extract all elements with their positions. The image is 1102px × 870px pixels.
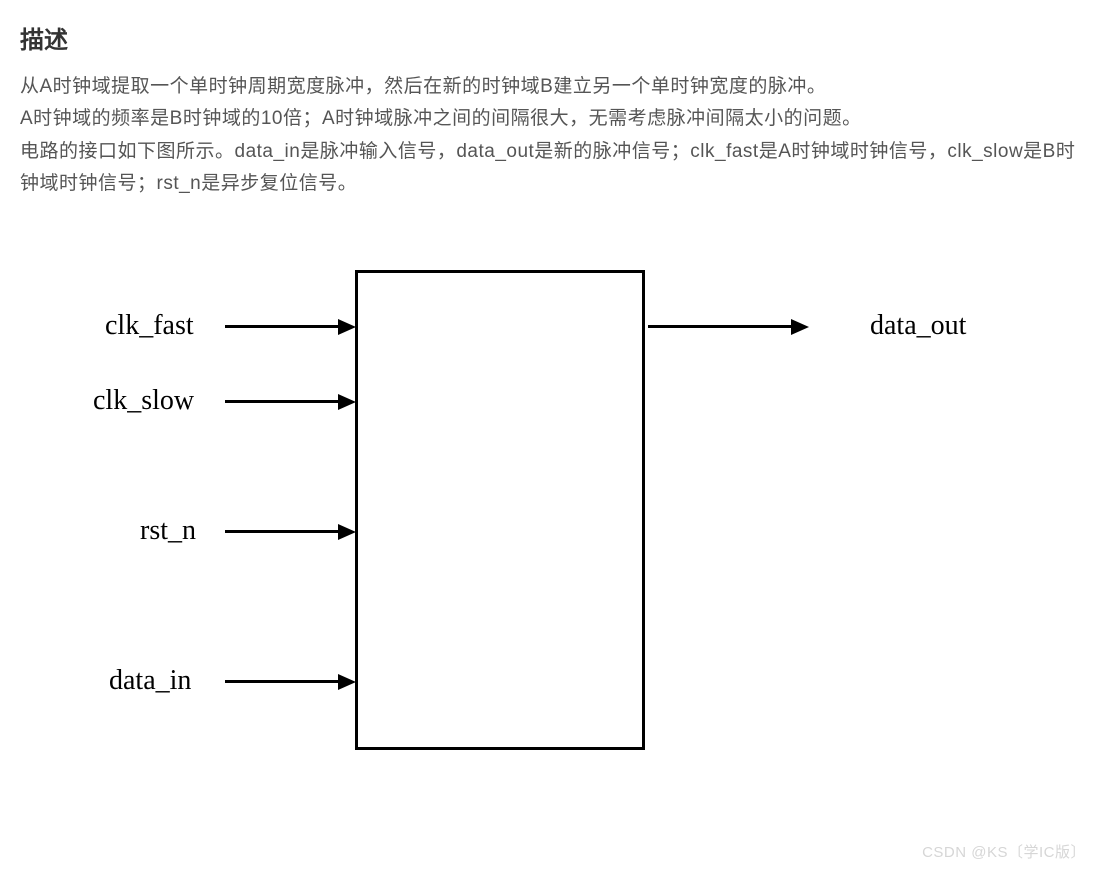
arrow-data-in-line [225, 680, 340, 683]
arrow-data-out-head [791, 319, 809, 335]
label-data-out: data_out [870, 310, 966, 342]
watermark: CSDN @KS〔学IC版〕 [922, 841, 1086, 862]
arrow-data-out-line [648, 325, 793, 328]
arrow-data-in-head [338, 674, 356, 690]
arrow-clk-fast-line [225, 325, 340, 328]
description-line-1: 从A时钟域提取一个单时钟周期宽度脉冲，然后在新的时钟域B建立另一个单时钟宽度的脉… [20, 76, 826, 97]
label-rst-n: rst_n [140, 515, 196, 547]
module-block [355, 270, 645, 750]
arrow-rst-n-line [225, 530, 340, 533]
block-diagram: clk_fast clk_slow rst_n data_in data_out [20, 240, 1080, 800]
arrow-clk-fast-head [338, 319, 356, 335]
arrow-clk-slow-line [225, 400, 340, 403]
description-block: 从A时钟域提取一个单时钟周期宽度脉冲，然后在新的时钟域B建立另一个单时钟宽度的脉… [20, 71, 1082, 200]
description-line-2: A时钟域的频率是B时钟域的10倍；A时钟域脉冲之间的间隔很大，无需考虑脉冲间隔太… [20, 108, 862, 129]
section-heading: 描述 [20, 20, 1082, 55]
label-clk-fast: clk_fast [105, 310, 194, 342]
label-data-in: data_in [109, 665, 191, 697]
arrow-rst-n-head [338, 524, 356, 540]
arrow-clk-slow-head [338, 394, 356, 410]
label-clk-slow: clk_slow [93, 385, 194, 417]
description-line-3: 电路的接口如下图所示。data_in是脉冲输入信号，data_out是新的脉冲信… [20, 141, 1075, 194]
